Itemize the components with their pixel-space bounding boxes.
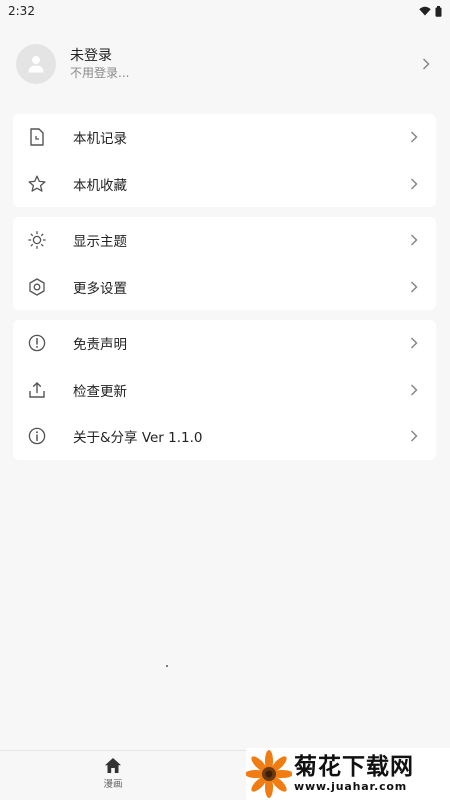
chevron-right-icon: [406, 279, 422, 295]
nav-item-label: 漫画: [103, 779, 123, 790]
status-time: 2:32: [8, 4, 35, 18]
upload-icon: [27, 380, 47, 400]
menu-item-more-settings[interactable]: 更多设置: [13, 264, 436, 311]
menu-item-label: 显示主题: [73, 234, 127, 251]
stray-dot: [166, 665, 168, 667]
profile-name: 未登录: [70, 48, 112, 64]
menu-item-local-history[interactable]: 本机记录: [13, 114, 436, 161]
menu-item-check-update[interactable]: 检查更新: [13, 367, 436, 414]
menu-item-label: 本机收藏: [73, 177, 127, 194]
menu-item-local-favorites[interactable]: 本机收藏: [13, 161, 436, 208]
history-icon: [27, 127, 47, 147]
chevron-right-icon: [406, 428, 422, 444]
menu-item-label: 关于&分享 Ver 1.1.0: [73, 430, 203, 447]
chevron-right-icon: [418, 56, 434, 72]
watermark-title: 菊花下载网: [294, 754, 414, 780]
chevron-right-icon: [406, 129, 422, 145]
menu-item-label: 免责声明: [73, 337, 127, 354]
theme-icon: [27, 230, 47, 250]
menu-item-display-theme[interactable]: 显示主题: [13, 217, 436, 264]
profile-text: 未登录 不用登录...: [70, 47, 418, 81]
wifi-icon: [419, 6, 431, 16]
info-icon: [27, 426, 47, 446]
nav-item-manga[interactable]: 漫画: [87, 757, 139, 797]
menu-item-label: 检查更新: [73, 383, 127, 400]
alert-icon: [27, 333, 47, 353]
person-icon: [28, 56, 44, 73]
chevron-right-icon: [406, 335, 422, 351]
profile-subtitle: 不用登录...: [70, 66, 130, 80]
chevron-right-icon: [406, 232, 422, 248]
menu-card-display: 显示主题 更多设置: [13, 217, 436, 310]
watermark-url: www.juahar.com: [294, 780, 408, 793]
status-bar: 2:32: [0, 0, 450, 22]
menu-card-about: 免责声明 检查更新 关于&分享 Ver 1.1.0: [13, 320, 436, 460]
settings-icon: [27, 277, 47, 297]
profile-row[interactable]: 未登录 不用登录...: [0, 36, 450, 92]
home-icon: [105, 758, 121, 773]
status-icons: [419, 5, 442, 17]
watermark-text: 菊花下载网 www.juahar.com: [294, 754, 414, 794]
menu-item-disclaimer[interactable]: 免责声明: [13, 320, 436, 367]
menu-card-records: 本机记录 本机收藏: [13, 114, 436, 207]
chevron-right-icon: [406, 176, 422, 192]
star-icon: [27, 174, 47, 194]
avatar: [16, 44, 56, 84]
battery-icon: [435, 5, 442, 17]
watermark-overlay: 菊花下载网 www.juahar.com: [246, 748, 450, 800]
chevron-right-icon: [406, 382, 422, 398]
flower-logo-icon: [246, 749, 292, 799]
menu-item-about-share[interactable]: 关于&分享 Ver 1.1.0: [13, 413, 436, 460]
menu-item-label: 本机记录: [73, 131, 127, 148]
menu-item-label: 更多设置: [73, 280, 127, 297]
